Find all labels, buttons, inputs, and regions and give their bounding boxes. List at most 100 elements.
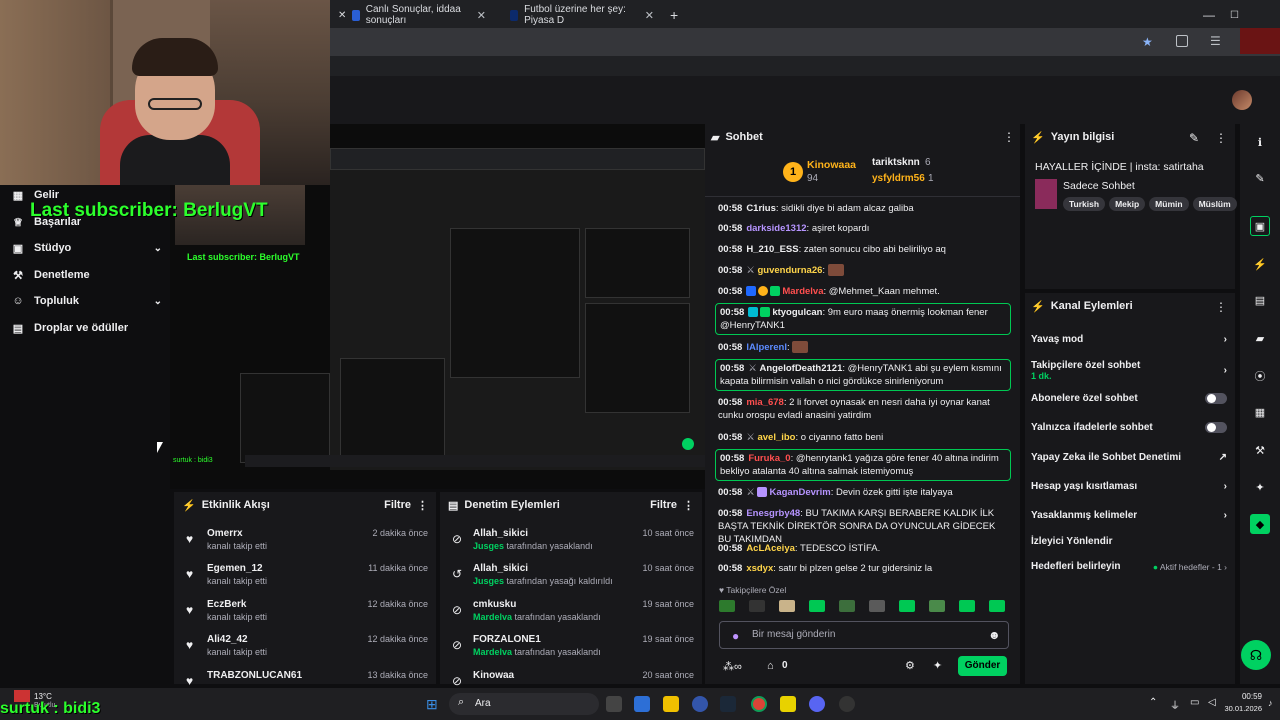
mod-target[interactable]: FORZALONE1 (473, 634, 541, 645)
clock-time[interactable]: 00:59 (1222, 692, 1262, 701)
layout-icon[interactable]: ▦ (1250, 402, 1270, 422)
activity-user[interactable]: TRABZONLUCAN61 (207, 670, 302, 681)
msg-user[interactable]: mia_678 (746, 397, 784, 408)
mod-user[interactable]: Jusges (473, 576, 504, 586)
channel-points-icon[interactable]: ⁂∞ (723, 660, 742, 673)
avatar[interactable] (1232, 90, 1252, 110)
msg-user[interactable]: Furuka_0 (748, 453, 790, 464)
obs-icon[interactable] (839, 696, 855, 712)
moderation-row[interactable]: ⊘ cmkusku Mardelva tarafından yasaklandı 19… (448, 599, 694, 633)
emote-image[interactable] (899, 600, 915, 612)
info-icon[interactable]: ℹ (1250, 132, 1270, 152)
more-options-icon[interactable]: ⋮ (417, 499, 428, 512)
msg-user[interactable]: AngelofDeath2121 (759, 363, 842, 374)
chat-message[interactable]: 00:58 Enesgrby48: BU TAKIMA KARŞI BERABER… (718, 507, 1008, 546)
settings-gear-icon[interactable]: ⚙ (905, 659, 915, 672)
tag-chip[interactable]: Müslüm (1192, 197, 1237, 211)
chat-message[interactable]: 00:58 ⚔ KaganDevrim: Devin özek gitti işt… (718, 486, 1008, 499)
mic-tray-icon[interactable]: ⏚ (1170, 697, 1180, 712)
msg-user[interactable]: KaganDevrim (769, 487, 830, 498)
activity-user[interactable]: Omerrx (207, 528, 243, 539)
chat-input[interactable]: ● Bir mesaj gönderin ☻ (719, 621, 1009, 649)
browser-tab-1[interactable]: Canlı Sonuçlar, iddaa sonuçları ✕ (344, 4, 494, 26)
notes-app-icon[interactable] (780, 696, 796, 712)
activity-row[interactable]: ♥ Egemen_12 kanalı takip etti 11 dakika önc… (182, 563, 428, 597)
emote-image[interactable] (929, 600, 945, 612)
nav-item-denetleme[interactable]: ⚒ Denetleme (12, 269, 162, 282)
nav-item-topluluk[interactable]: ☺ Topluluk ⌄ (12, 295, 162, 307)
msg-user[interactable]: darkside1312 (746, 223, 806, 234)
moderation-row[interactable]: ⊘ Allah_sikici Jusges tarafından yasakland… (448, 528, 694, 562)
chat-bubble-icon[interactable]: ▰ (1250, 328, 1270, 348)
activity-row[interactable]: ♥ Omerrx kanalı takip etti 2 dakika önce (182, 528, 428, 562)
chrome-icon[interactable] (751, 696, 767, 712)
edit-pencil-icon[interactable]: ✎ (1189, 131, 1199, 145)
extensions-icon[interactable] (1176, 35, 1188, 47)
maximize-icon[interactable]: ☐ (1222, 4, 1247, 26)
chat-message-highlighted[interactable]: 00:58 ktyogulcan: 9m euro maaş önermiş lo… (715, 303, 1011, 335)
nav-item-studyo[interactable]: ▣ Stüdyo ⌄ (12, 242, 162, 255)
more-options-icon[interactable]: ⋮ (1215, 300, 1227, 314)
action-goals[interactable]: Hedefleri belirleyin ● Aktif hedefler - 1… (1031, 561, 1227, 572)
filter-button[interactable]: Filtre (384, 499, 411, 511)
mod-target[interactable]: Kinowaa (473, 670, 514, 681)
mod-target[interactable]: Allah_sikici (473, 563, 528, 574)
more-options-icon[interactable]: ⋮ (1215, 131, 1227, 145)
msg-user[interactable]: lAlperenl (746, 342, 787, 353)
network-icon[interactable]: ▭ (1190, 697, 1199, 708)
msg-user[interactable]: H_210_ESS (746, 244, 798, 255)
filter-button[interactable]: Filtre (650, 499, 677, 511)
chat-message[interactable]: 00:58 H_210_ESS: zaten sonucu cibo abi be… (718, 243, 1008, 256)
emote-only-toggle[interactable] (1205, 422, 1227, 433)
chat-message[interactable]: 00:58 AcLAceiya: TEDESCO İSTİFA. (718, 542, 1008, 555)
action-subs-only[interactable]: Abonelere özel sohbet (1031, 393, 1227, 404)
msg-user[interactable]: C1rius (746, 203, 776, 214)
emote-image[interactable] (749, 600, 765, 612)
action-banned-words[interactable]: Yasaklanmış kelimeler › (1031, 510, 1227, 521)
calculator-icon[interactable] (634, 696, 650, 712)
msg-user[interactable]: AcLAceiya (746, 543, 795, 554)
msg-user[interactable]: ktyogulcan (772, 307, 822, 318)
community-icon[interactable]: ✦ (933, 659, 942, 672)
action-followers-only[interactable]: Takipçilere özel sohbet 1 dk. › (1031, 359, 1227, 381)
lightning-icon[interactable]: ⚡ (1250, 254, 1270, 274)
taskbar-search-input[interactable]: ⌕ Ara (449, 693, 599, 715)
file-explorer-icon[interactable] (663, 696, 679, 712)
close-icon[interactable]: ✕ (477, 9, 486, 22)
emoji-icon[interactable]: ☻ (988, 628, 1001, 642)
msg-user[interactable]: Enesgrby48 (746, 508, 800, 519)
minimize-icon[interactable]: — (1195, 4, 1223, 26)
leaderboard-third-user[interactable]: ysfyldrm56 (872, 173, 925, 184)
leaderboard-first-user[interactable]: Kinowaaa (807, 159, 856, 171)
activity-user[interactable]: Egemen_12 (207, 563, 263, 574)
menu-icon[interactable]: ☰ (1210, 34, 1221, 48)
emote-image[interactable] (809, 600, 825, 612)
category-box-art[interactable] (1035, 179, 1057, 209)
wrench-icon[interactable]: ⚒ (1250, 440, 1270, 460)
emote-image[interactable] (779, 600, 795, 612)
action-emote-only[interactable]: Yalnızca ifadelerle sohbet (1031, 422, 1227, 433)
tray-chevron-icon[interactable]: ⌃ (1149, 697, 1157, 708)
chat-message[interactable]: 00:58 ⚔ guvendurna26: (718, 264, 1008, 277)
send-button[interactable]: Gönder (958, 656, 1007, 676)
task-view-icon[interactable] (606, 696, 622, 712)
mod-user[interactable]: Mardelva (473, 647, 512, 657)
chat-message[interactable]: 00:58 mia_678: 2 li forvet oynasak en nes… (718, 396, 1008, 422)
emote-image[interactable] (719, 600, 735, 612)
emote-image[interactable] (869, 600, 885, 612)
subs-only-toggle[interactable] (1205, 393, 1227, 404)
browser-tab-2[interactable]: Futbol üzerine her şey: Piyasa D ✕ (502, 4, 662, 26)
action-slow-mode[interactable]: Yavaş mod › (1031, 334, 1227, 345)
app-icon[interactable] (692, 696, 708, 712)
more-options-icon[interactable]: ⋮ (1003, 130, 1015, 144)
clip-icon[interactable]: ▣ (1250, 216, 1270, 236)
new-tab-plus-icon[interactable]: + (662, 4, 686, 26)
activity-row[interactable]: ♥ EczBerk kanalı takip etti 12 dakika önce (182, 599, 428, 633)
activity-user[interactable]: EczBerk (207, 599, 246, 610)
chat-message-highlighted[interactable]: 00:58 ⚔ AngelofDeath2121: @HenryTANK1 abi… (715, 359, 1011, 391)
clock-date[interactable]: 30.01.2026 (1212, 704, 1262, 713)
stream-category[interactable]: Sadece Sohbet (1063, 180, 1135, 192)
msg-user[interactable]: guvendurna26 (757, 265, 822, 276)
action-ai-moderation[interactable]: Yapay Zeka ile Sohbet Denetimi ↗ (1031, 452, 1227, 463)
emote-image[interactable] (959, 600, 975, 612)
